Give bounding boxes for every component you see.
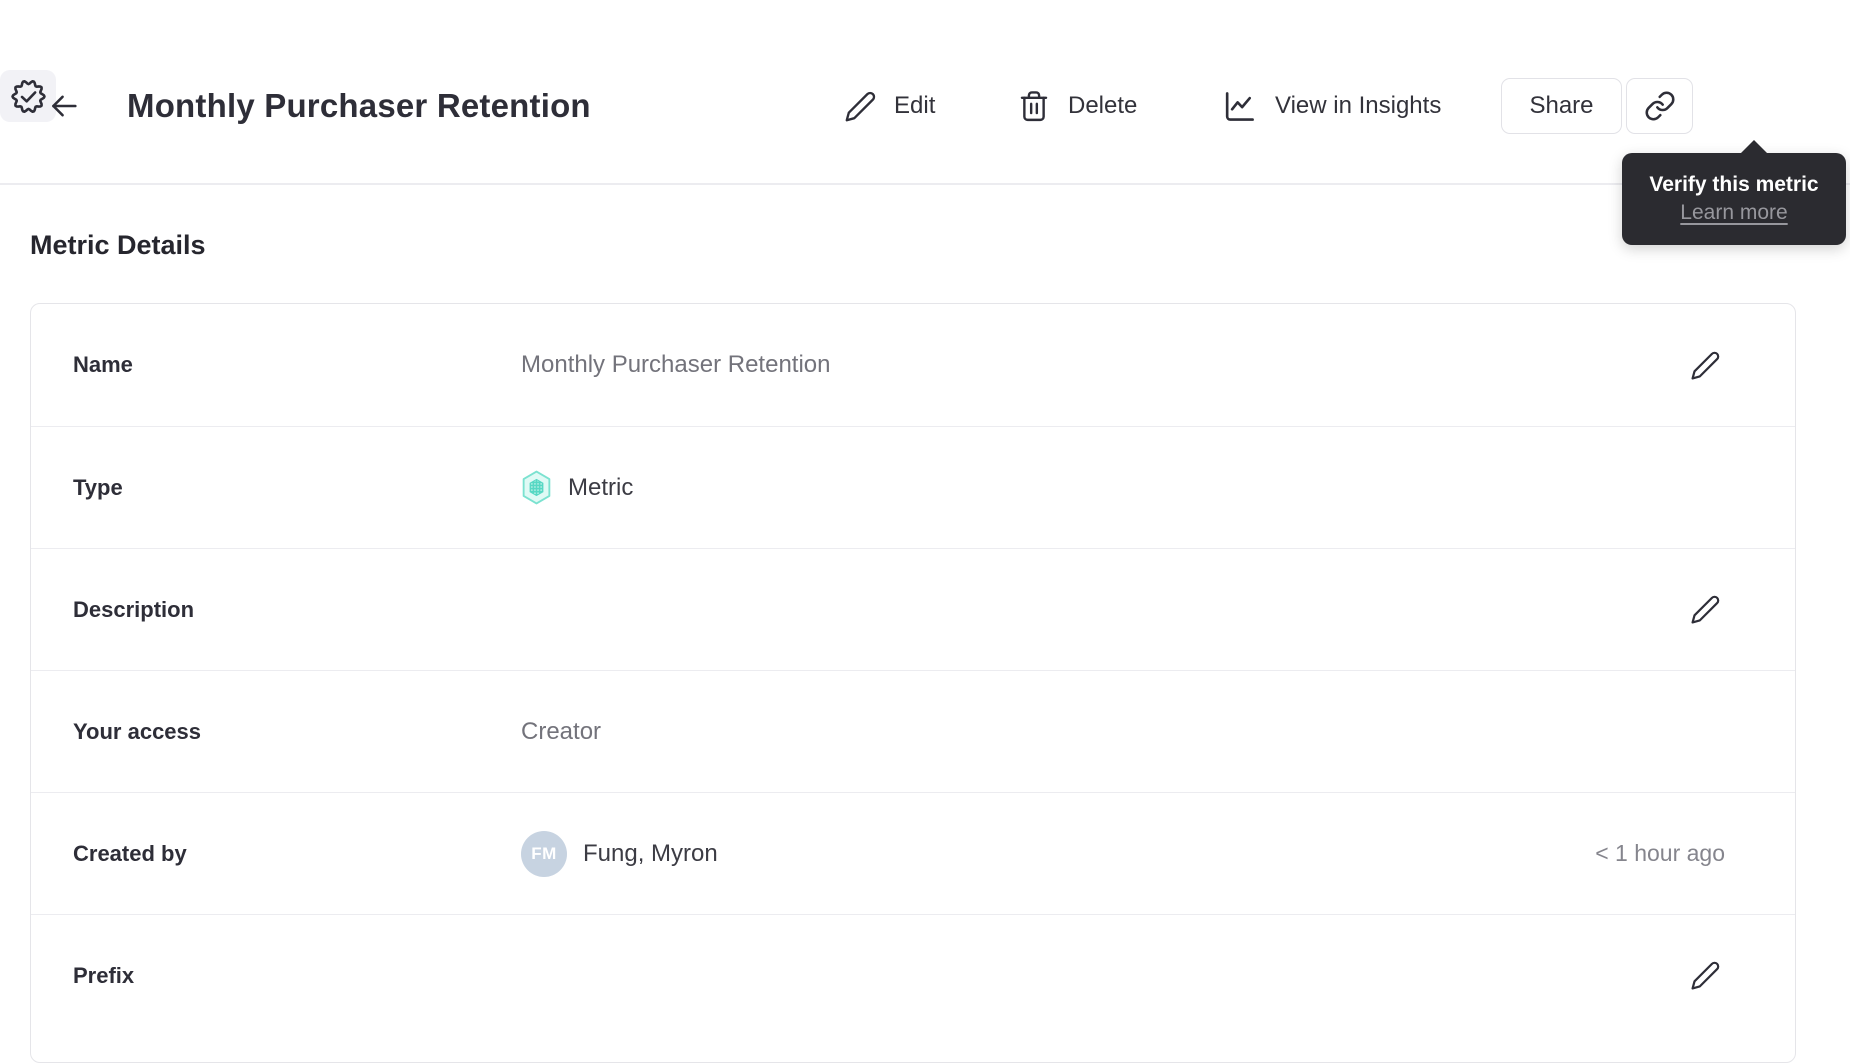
edit-button[interactable]: Edit [844,70,935,142]
avatar: FM [521,830,567,877]
edit-button-label: Edit [894,92,936,119]
row-label: Name [73,352,133,377]
detail-row-your-access: Your access Creator [31,670,1795,792]
detail-row-name: Name Monthly Purchaser Retention [31,304,1795,426]
hexagon-metric-icon [521,470,552,505]
view-in-insights-button[interactable]: View in Insights [1221,70,1441,142]
verified-badge-icon [10,78,47,115]
created-by-value: Fung, Myron [583,839,718,867]
tooltip-title: Verify this metric [1649,173,1819,196]
pencil-icon [1690,350,1721,381]
row-label: Created by [73,840,187,866]
edit-prefix-button[interactable] [1685,956,1725,996]
page-header: Monthly Purchaser Retention Edit Delete [0,70,1850,142]
delete-button[interactable]: Delete [1017,70,1137,142]
share-button-label: Share [1529,92,1594,119]
link-icon [1644,90,1676,122]
pencil-icon [844,90,877,123]
copy-link-button[interactable] [1626,78,1693,134]
row-label: Description [73,596,195,622]
created-timestamp: < 1 hour ago [1595,840,1725,866]
name-value: Monthly Purchaser Retention [521,351,831,378]
line-chart-icon [1221,88,1258,125]
row-label: Your access [73,718,202,744]
tooltip-arrow [1740,140,1768,154]
row-label: Prefix [73,962,135,988]
arrow-left-icon [47,89,81,123]
pencil-icon [1690,594,1721,625]
view-in-insights-label: View in Insights [1275,92,1442,119]
header-divider [0,183,1850,185]
pencil-icon [1690,960,1721,991]
detail-row-prefix: Prefix [31,914,1795,1036]
metric-details-card: Name Monthly Purchaser Retention Type Me… [30,303,1796,1063]
detail-row-type: Type Metric [31,426,1795,548]
share-button[interactable]: Share [1501,78,1622,134]
back-button[interactable] [44,86,84,126]
type-value: Metric [568,473,634,501]
trash-icon [1017,89,1051,123]
row-label: Type [73,474,123,500]
edit-description-button[interactable] [1685,590,1725,630]
your-access-value: Creator [521,717,602,745]
page-title: Monthly Purchaser Retention [127,87,591,124]
verify-metric-tooltip: Verify this metric Learn more [1622,140,1846,245]
detail-row-created-by: Created by FM Fung, Myron < 1 hour ago [31,792,1795,914]
section-title: Metric Details [30,230,206,260]
learn-more-link[interactable]: Learn more [1680,201,1787,225]
edit-name-button[interactable] [1685,345,1725,385]
delete-button-label: Delete [1068,92,1138,119]
detail-row-description: Description [31,548,1795,670]
